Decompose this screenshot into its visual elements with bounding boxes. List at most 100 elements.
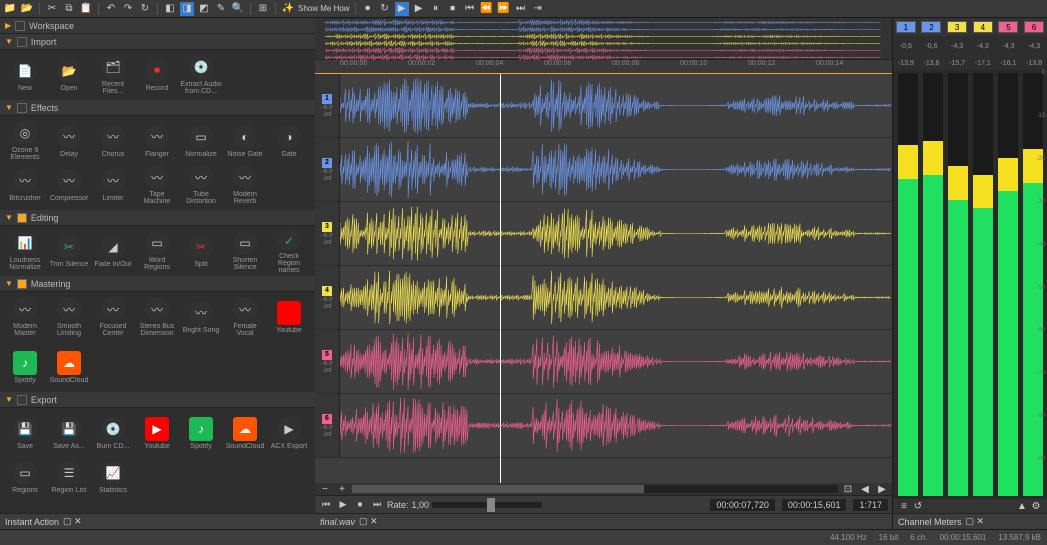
overview[interactable] bbox=[315, 18, 892, 60]
tool-modern-master[interactable]: 〰Modern Master bbox=[4, 296, 46, 338]
folder-icon[interactable]: 📁 bbox=[3, 2, 17, 16]
wand-icon[interactable]: ✨ bbox=[281, 2, 295, 16]
tool-chorus[interactable]: 〰Chorus bbox=[92, 120, 134, 162]
repeat-icon[interactable]: ↻ bbox=[138, 2, 152, 16]
tool-record[interactable]: ⏺Record bbox=[136, 54, 178, 96]
loop-icon[interactable]: ↻ bbox=[378, 2, 392, 16]
play-icon[interactable]: ▶ bbox=[412, 2, 426, 16]
zoom-in-icon[interactable]: + bbox=[335, 482, 349, 496]
meter-reset-icon[interactable]: ↺ bbox=[911, 499, 925, 513]
tool-trim-silence[interactable]: ✂Trim Silence bbox=[48, 230, 90, 272]
copy-icon[interactable]: ⧉ bbox=[62, 2, 76, 16]
waveform[interactable] bbox=[340, 138, 892, 201]
scroll-right-icon[interactable]: ▶ bbox=[875, 482, 889, 496]
tool-flanger[interactable]: 〰Flanger bbox=[136, 120, 178, 162]
stop-icon[interactable]: ⏹ bbox=[446, 2, 460, 16]
play2-icon[interactable]: ▶ bbox=[395, 2, 409, 16]
rew-icon[interactable]: ⏪ bbox=[480, 2, 494, 16]
meter-channel-1[interactable]: 1 bbox=[896, 21, 916, 33]
scissors-icon[interactable]: ✂ bbox=[45, 2, 59, 16]
track-head[interactable]: 5-6.0-Inf bbox=[315, 330, 340, 393]
show-me-how-button[interactable]: Show Me How bbox=[298, 4, 350, 13]
cat-effects[interactable]: ▼Effects bbox=[0, 100, 315, 116]
track-head[interactable]: 3-6.0-Inf bbox=[315, 202, 340, 265]
tool-check-region-names[interactable]: ✓Check Region names bbox=[268, 230, 310, 272]
tool-youtube[interactable]: ▶Youtube bbox=[136, 412, 178, 454]
tool-bitcrusher[interactable]: 〰Bitcrusher bbox=[4, 164, 46, 206]
tool-region-list[interactable]: ☰Region List bbox=[48, 456, 90, 498]
ff-icon[interactable]: ⏩ bbox=[497, 2, 511, 16]
tool-delay[interactable]: 〰Delay bbox=[48, 120, 90, 162]
tool-spotify[interactable]: ♪Spotify bbox=[180, 412, 222, 454]
tool-split[interactable]: ✂Split bbox=[180, 230, 222, 272]
tool-open[interactable]: 📂Open bbox=[48, 54, 90, 96]
tool-shorten-silence[interactable]: ▭Shorten Silence bbox=[224, 230, 266, 272]
rec-icon[interactable]: ⏺ bbox=[361, 2, 375, 16]
pause-icon[interactable]: ⏸ bbox=[429, 2, 443, 16]
meter-channel-3[interactable]: 3 bbox=[947, 21, 967, 33]
tool-normalize[interactable]: ▭Normalize bbox=[180, 120, 222, 162]
cat-editing[interactable]: ▼Editing bbox=[0, 210, 315, 226]
tool-burn-cd-[interactable]: 💿Burn CD... bbox=[92, 412, 134, 454]
track-head[interactable]: 1-6.0-Inf bbox=[315, 74, 340, 137]
tool-word-regions[interactable]: ▭Word Regions bbox=[136, 230, 178, 272]
waveform[interactable] bbox=[340, 330, 892, 393]
tool-noise-gate[interactable]: ◐Noise Gate bbox=[224, 120, 266, 162]
cat-export[interactable]: ▼Export bbox=[0, 392, 315, 408]
meter-channel-5[interactable]: 5 bbox=[998, 21, 1018, 33]
tool-regions[interactable]: ▭Regions bbox=[4, 456, 46, 498]
meter-channel-2[interactable]: 2 bbox=[921, 21, 941, 33]
tool-smooth-limiting[interactable]: 〰Smooth Limiting bbox=[48, 296, 90, 338]
tool-soundcloud[interactable]: ☁SoundCloud bbox=[224, 412, 266, 454]
tool-youtube[interactable]: ▶Youtube bbox=[268, 296, 310, 338]
t-stop-icon[interactable]: ⏹ bbox=[353, 498, 367, 512]
redo-icon[interactable]: ↷ bbox=[121, 2, 135, 16]
tool-spotify[interactable]: ♪Spotify bbox=[4, 346, 46, 388]
meter-channel-6[interactable]: 6 bbox=[1024, 21, 1044, 33]
meter-menu-icon[interactable]: ≡ bbox=[897, 499, 911, 513]
tool-fade-in-out[interactable]: ◢Fade In/Out bbox=[92, 230, 134, 272]
tool4-icon[interactable]: ✎ bbox=[214, 2, 228, 16]
end-icon[interactable]: ⏭ bbox=[514, 2, 528, 16]
tool5-icon[interactable]: 🔍 bbox=[231, 2, 245, 16]
t-play-icon[interactable]: ▶ bbox=[336, 498, 350, 512]
undo-icon[interactable]: ↶ bbox=[104, 2, 118, 16]
zoom-sel-icon[interactable]: ⊡ bbox=[841, 482, 855, 496]
cat-workspace[interactable]: ▶Workspace bbox=[0, 18, 315, 34]
tool-soundcloud[interactable]: ☁SoundCloud bbox=[48, 346, 90, 388]
tool-save-as-[interactable]: 💾Save As... bbox=[48, 412, 90, 454]
rate-slider[interactable] bbox=[432, 502, 542, 508]
tool-modern-reverb[interactable]: 〰Modern Reverb bbox=[224, 164, 266, 206]
mark-icon[interactable]: ⇥ bbox=[531, 2, 545, 16]
tool-loudness-normalize[interactable]: 📊Loudness Normalize bbox=[4, 230, 46, 272]
tool-tube-distortion[interactable]: 〰Tube Distortion bbox=[180, 164, 222, 206]
tool-bright-song[interactable]: 〰Bright Song bbox=[180, 296, 222, 338]
paste-icon[interactable]: 📋 bbox=[79, 2, 93, 16]
tool-tape-machine[interactable]: 〰Tape Machine bbox=[136, 164, 178, 206]
scroll-left-icon[interactable]: ◀ bbox=[858, 482, 872, 496]
tool2-icon[interactable]: ◨ bbox=[180, 2, 194, 16]
tool-limiter[interactable]: 〰Limiter bbox=[92, 164, 134, 206]
start-icon[interactable]: ⏮ bbox=[463, 2, 477, 16]
cat-mastering[interactable]: ▼Mastering bbox=[0, 276, 315, 292]
tool-recent-files-[interactable]: 🗂Recent Files... bbox=[92, 54, 134, 96]
track-head[interactable]: 6-6.0-Inf bbox=[315, 394, 340, 457]
tool-focused-center[interactable]: 〰Focused Center bbox=[92, 296, 134, 338]
cat-import[interactable]: ▼Import bbox=[0, 34, 315, 50]
tool-save[interactable]: 💾Save bbox=[4, 412, 46, 454]
track-head[interactable]: 4-6.0-Inf bbox=[315, 266, 340, 329]
waveform[interactable] bbox=[340, 394, 892, 457]
tool-stereo-bus-dimension[interactable]: 〰Stereo Bus Dimension bbox=[136, 296, 178, 338]
tool-ozone-9-elements[interactable]: ◎Ozone 9 Elements bbox=[4, 120, 46, 162]
tool-new[interactable]: 📄New bbox=[4, 54, 46, 96]
open-icon[interactable]: 📂 bbox=[20, 2, 34, 16]
waveform[interactable] bbox=[340, 74, 892, 137]
tool-acx-export[interactable]: ▶ACX Export bbox=[268, 412, 310, 454]
tool-female-vocal[interactable]: 〰Female Vocal bbox=[224, 296, 266, 338]
track-head[interactable]: 2-6.0-Inf bbox=[315, 138, 340, 201]
tool-statistics[interactable]: 📈Statistics bbox=[92, 456, 134, 498]
tool-gate[interactable]: ◑Gate bbox=[268, 120, 310, 162]
meter-channel-4[interactable]: 4 bbox=[973, 21, 993, 33]
meter-settings-icon[interactable]: ⚙ bbox=[1029, 499, 1043, 513]
waveform[interactable] bbox=[340, 202, 892, 265]
